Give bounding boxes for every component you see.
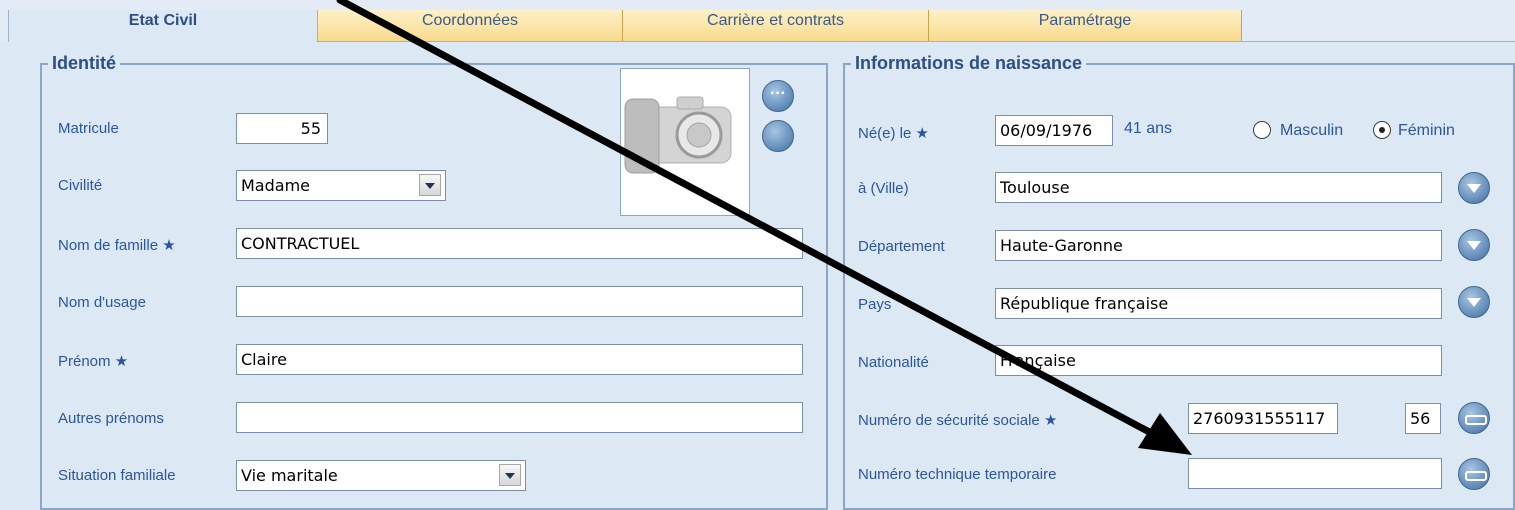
photo-frame[interactable] <box>620 68 750 216</box>
key-icon[interactable] <box>1458 402 1490 434</box>
chevron-down-icon[interactable] <box>1458 286 1490 318</box>
required-star-icon: ★ <box>114 353 129 370</box>
tab-coordonnees[interactable]: Coordonnées <box>318 10 623 42</box>
situation-familiale-label: Situation familiale <box>58 467 176 484</box>
prenom-input[interactable]: Claire <box>236 344 803 375</box>
tab-etat-civil[interactable]: Etat Civil <box>8 10 318 42</box>
tab-parametrage[interactable]: Paramétrage <box>929 10 1242 42</box>
situation-familiale-select[interactable]: Vie maritale <box>236 460 526 491</box>
camera-placeholder-icon <box>624 96 732 174</box>
ntt-label: Numéro technique temporaire <box>858 466 1057 483</box>
secu-number-input[interactable]: 2760931555117 <box>1188 403 1338 434</box>
nom-usage-label: Nom d'usage <box>58 294 146 311</box>
chevron-down-icon[interactable] <box>1458 229 1490 261</box>
gender-feminin-radio[interactable] <box>1373 121 1391 139</box>
civilite-label: Civilité <box>58 177 103 194</box>
gender-feminin-label[interactable]: Féminin <box>1398 122 1455 140</box>
tab-bar: Etat Civil Coordonnées Carrière et contr… <box>0 0 1515 42</box>
naissance-date-label: Né(e) le ★ <box>858 125 929 142</box>
etat-civil-screen: Etat Civil Coordonnées Carrière et contr… <box>0 0 1515 510</box>
secu-label: Numéro de sécurité sociale ★ <box>858 412 1058 429</box>
required-star-icon: ★ <box>915 125 929 142</box>
photo-action-icon[interactable] <box>762 120 794 152</box>
pays-input[interactable]: République française <box>995 288 1442 319</box>
nom-famille-input[interactable]: CONTRACTUEL <box>236 228 803 259</box>
nationalite-label: Nationalité <box>858 354 929 371</box>
departement-label: Département <box>858 238 945 255</box>
matricule-input[interactable]: 55 <box>236 113 328 144</box>
civilite-value: Madame <box>241 176 310 195</box>
naissance-title: Informations de naissance <box>851 53 1087 74</box>
chevron-down-icon[interactable] <box>419 174 441 196</box>
gender-masculin-label[interactable]: Masculin <box>1280 122 1343 140</box>
gender-masculin-radio[interactable] <box>1253 121 1271 139</box>
required-star-icon: ★ <box>162 237 176 254</box>
civilite-select[interactable]: Madame <box>236 170 446 201</box>
tab-divider <box>318 41 1515 42</box>
more-options-icon[interactable] <box>762 80 794 112</box>
key-icon[interactable] <box>1458 458 1490 490</box>
ville-label: à (Ville) <box>858 180 909 197</box>
chevron-down-icon[interactable] <box>499 464 521 486</box>
autres-prenoms-label: Autres prénoms <box>58 410 164 427</box>
tab-carriere-contrats[interactable]: Carrière et contrats <box>623 10 929 42</box>
nom-usage-input[interactable] <box>236 286 803 317</box>
situation-familiale-value: Vie maritale <box>241 466 338 485</box>
chevron-down-icon[interactable] <box>1458 172 1490 204</box>
nationalite-input[interactable]: Française <box>995 345 1442 376</box>
age-text: 41 ans <box>1124 120 1173 137</box>
ville-input[interactable]: Toulouse <box>995 172 1442 203</box>
secu-key-input[interactable]: 56 <box>1405 403 1441 434</box>
autres-prenoms-input[interactable] <box>236 402 803 433</box>
matricule-label: Matricule <box>58 120 119 137</box>
naissance-date-input[interactable]: 06/09/1976 <box>995 115 1113 146</box>
required-star-icon: ★ <box>1043 412 1058 429</box>
ntt-input[interactable] <box>1188 458 1442 489</box>
pays-label: Pays <box>858 296 892 313</box>
nom-famille-label: Nom de famille ★ <box>58 237 176 254</box>
departement-input[interactable]: Haute-Garonne <box>995 230 1442 261</box>
prenom-label: Prénom ★ <box>58 353 129 370</box>
